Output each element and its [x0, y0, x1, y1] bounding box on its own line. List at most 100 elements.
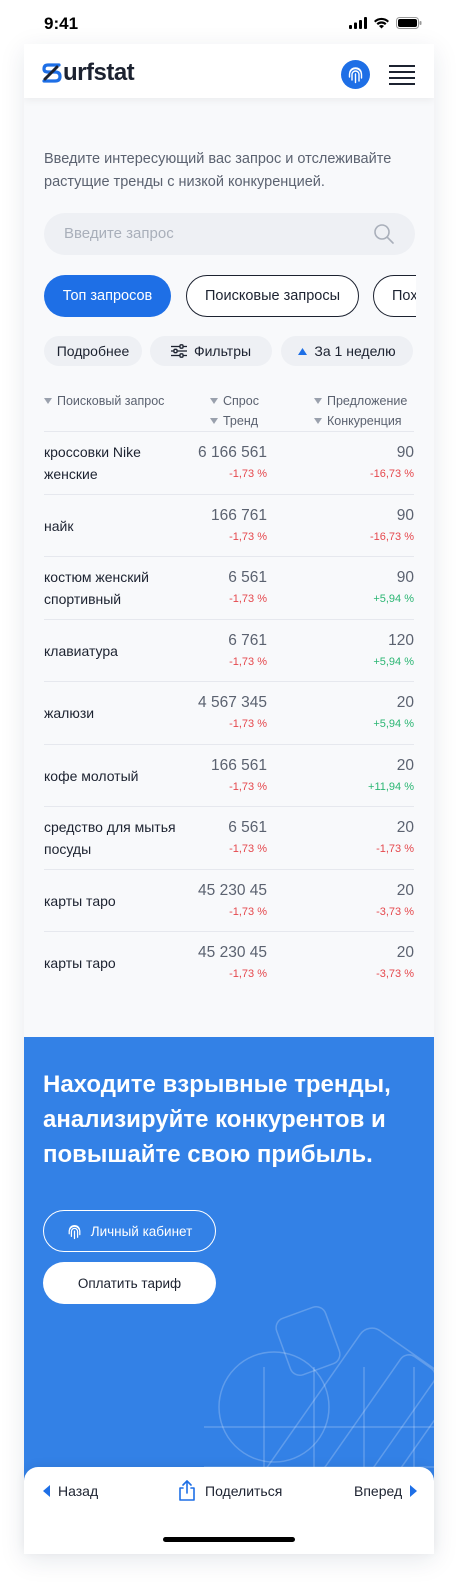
share-button[interactable]: Поделиться [177, 1480, 282, 1501]
tab-search-queries[interactable]: Поисковые запросы [186, 275, 359, 317]
sort-down-icon [314, 418, 322, 424]
row-demand: 45 230 45 [198, 944, 267, 961]
row-demand: 45 230 45 [198, 881, 267, 899]
search-input[interactable]: Введите запрос [44, 213, 415, 255]
forward-label: Вперед [354, 1483, 403, 1499]
back-button[interactable]: Назад [43, 1483, 98, 1499]
row-trend: -1,73 % [229, 843, 267, 855]
promo-title: Находите взрывные тренды, анализируйте к… [43, 1071, 391, 1168]
row-offer: 20 [396, 756, 414, 774]
share-icon [179, 1480, 195, 1501]
header-competition: Конкуренция [327, 414, 402, 428]
row-trend: -1,73 % [229, 718, 267, 730]
row-demand: 6 761 [228, 631, 267, 649]
row-offer: 120 [388, 631, 414, 649]
pay-tariff-button[interactable]: Оплатить тариф [43, 1262, 216, 1304]
row-query: кроссовки Nike женские [44, 444, 141, 482]
details-button[interactable]: Подробнее [44, 336, 142, 366]
table-row[interactable]: жалюзи 4 567 345 -1,73 % 20 +5,94 % [44, 682, 414, 745]
search-icon[interactable] [373, 223, 395, 245]
query-tabs: Топ запросов Поисковые запросы Пох [44, 275, 416, 317]
header-trend: Тренд [223, 414, 259, 428]
caret-up-icon [298, 347, 308, 355]
results-table: кроссовки Nike женские 6 166 561 -1,73 %… [44, 432, 414, 995]
table-row[interactable]: карты таро 45 230 45 -1,73 % 20 -3,73 % [44, 932, 414, 995]
sort-down-icon [210, 398, 218, 404]
hamburger-menu-icon[interactable] [389, 65, 415, 85]
sort-demand[interactable]: Спрос [210, 394, 259, 408]
fingerprint-login-button[interactable] [341, 60, 370, 89]
forward-button[interactable]: Вперед [354, 1483, 418, 1499]
home-indicator [163, 1537, 295, 1542]
row-query: найк [44, 517, 74, 534]
sort-trend[interactable]: Тренд [210, 414, 258, 428]
app-header: urfstat [24, 44, 434, 98]
surfstat-s-logo-icon [42, 63, 62, 83]
filter-bar: Подробнее Фильтры За 1 неделю [44, 336, 416, 366]
row-query: карты таро [44, 892, 116, 909]
table-row[interactable]: средство для мытья посуды 6 561 -1,73 % … [44, 807, 414, 870]
sort-down-icon [210, 418, 218, 424]
row-competition: -1,73 % [376, 843, 414, 855]
row-query: жалюзи [44, 705, 95, 721]
row-demand: 6 561 [228, 819, 267, 836]
period-label: За 1 неделю [314, 343, 396, 359]
logo[interactable]: urfstat [42, 59, 135, 87]
logo-text: urfstat [63, 59, 135, 86]
table-header: Поисковый запрос Спрос Тренд Предложение… [44, 390, 414, 432]
row-competition: -3,73 % [376, 968, 414, 980]
row-competition: +5,94 % [373, 718, 414, 730]
row-competition: +11,94 % [368, 780, 414, 793]
period-select[interactable]: За 1 неделю [281, 336, 413, 366]
browser-bottom-bar: Назад Поделиться Вперед [24, 1467, 434, 1554]
row-offer: 90 [396, 444, 414, 461]
row-query: костюм женский спортивный [44, 569, 149, 607]
row-offer: 20 [396, 944, 414, 961]
row-competition: -16,73 % [369, 530, 414, 543]
chevron-right-icon [410, 1485, 418, 1497]
personal-cabinet-button[interactable]: Личный кабинет [43, 1210, 216, 1252]
row-trend: -1,73 % [229, 468, 267, 480]
table-row[interactable]: карты таро 45 230 45 -1,73 % 20 -3,73 % [44, 870, 414, 932]
row-trend: -1,73 % [229, 593, 267, 605]
row-trend: -1,73 % [229, 780, 267, 793]
battery-icon [396, 17, 422, 29]
table-row[interactable]: кофе молотый 166 561 -1,73 % 20 +11,94 % [44, 745, 414, 807]
tab-similar[interactable]: Пох [373, 275, 416, 317]
status-time: 9:41 [44, 14, 79, 33]
table-row[interactable]: костюм женский спортивный 6 561 -1,73 % … [44, 557, 414, 620]
details-label: Подробнее [56, 343, 130, 359]
tab-top-queries[interactable]: Топ запросов [44, 275, 171, 317]
filters-button[interactable]: Фильтры [150, 336, 272, 366]
page-frame: urfstat Введите интересующий вас запрос … [24, 44, 434, 1554]
table-row[interactable]: кроссовки Nike женские 6 166 561 -1,73 %… [44, 432, 414, 495]
sort-query[interactable]: Поисковый запрос [44, 394, 164, 408]
sliders-icon [170, 344, 187, 358]
table-row[interactable]: клавиатура 6 761 -1,73 % 120 +5,94 % [44, 620, 414, 682]
search-placeholder: Введите запрос [64, 225, 174, 242]
sort-competition[interactable]: Конкуренция [314, 414, 402, 428]
sort-down-icon [44, 398, 52, 404]
row-trend: -1,73 % [229, 905, 267, 918]
row-demand: 166 761 [210, 506, 267, 524]
row-demand: 166 561 [210, 756, 267, 774]
header-offer: Предложение [327, 394, 408, 408]
share-label: Поделиться [205, 1482, 283, 1499]
row-competition: -16,73 % [369, 468, 414, 480]
row-offer: 90 [396, 569, 414, 586]
sort-offer[interactable]: Предложение [314, 394, 407, 408]
row-competition: +5,94 % [373, 655, 414, 668]
table-row[interactable]: найк 166 761 -1,73 % 90 -16,73 % [44, 495, 414, 557]
status-bar: 9:41 [0, 0, 462, 44]
row-offer: 90 [396, 506, 414, 524]
sort-down-icon [314, 398, 322, 404]
header-demand: Спрос [223, 394, 259, 408]
row-offer: 20 [396, 881, 414, 899]
fingerprint-icon [348, 67, 363, 84]
row-offer: 20 [396, 694, 414, 711]
row-demand: 6 561 [228, 569, 267, 586]
wifi-icon [374, 17, 389, 29]
row-competition: +5,94 % [373, 593, 414, 605]
status-icons [349, 17, 422, 29]
row-competition: -3,73 % [376, 905, 414, 918]
